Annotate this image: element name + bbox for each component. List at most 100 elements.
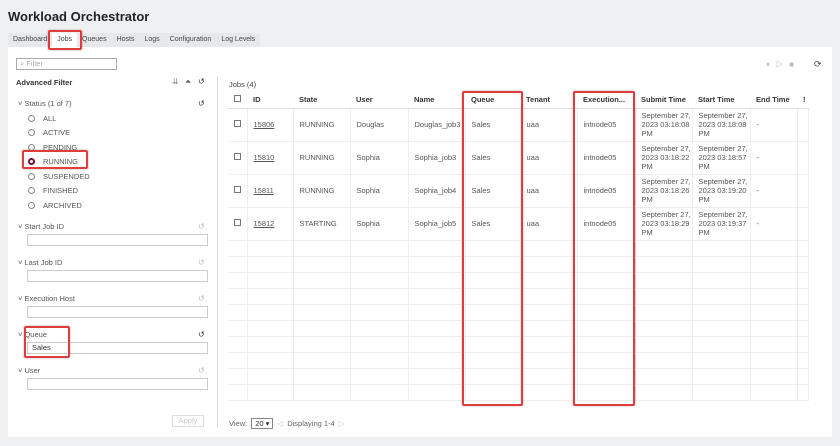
filter-section-user[interactable]: ˅ User [18, 366, 40, 375]
tab-hosts[interactable]: Hosts [112, 33, 140, 47]
checkbox[interactable] [234, 186, 241, 193]
job-actions: ⏸▷■ [766, 60, 800, 70]
table-cell [350, 240, 409, 257]
table-cell: September 27, 2023 03:18:26 PM [635, 174, 693, 208]
table-cell [692, 352, 751, 369]
status-section-toggle[interactable]: ˅ Status (1 of 7) [18, 99, 72, 108]
table-cell [750, 352, 798, 369]
job-id[interactable]: 15806 [254, 120, 275, 129]
prev-page-icon[interactable]: ◁ [277, 419, 283, 428]
checkbox[interactable] [234, 219, 241, 226]
filter-label: Start Job ID [24, 222, 65, 231]
row-checkbox[interactable] [228, 108, 248, 142]
table-cell: September 27, 2023 03:18:08 PM [635, 108, 693, 142]
filter-section-execution-host[interactable]: ˅ Execution Host [18, 294, 75, 303]
table-cell [520, 336, 578, 353]
status-option-suspended[interactable]: SUSPENDED [28, 169, 90, 183]
highlight-queue-filter [24, 326, 70, 358]
table-cell [350, 256, 409, 273]
reset-all-icon[interactable]: ↺ [198, 77, 205, 86]
table-cell [228, 256, 248, 273]
filter-section-start-job-id[interactable]: ˅ Start Job ID [18, 222, 64, 231]
table-cell [350, 304, 409, 321]
table-cell [293, 368, 351, 385]
table-cell [293, 384, 351, 401]
column-header-![interactable]: ! [797, 92, 808, 109]
table-cell [408, 288, 466, 305]
table-cell [750, 384, 798, 401]
table-cell [228, 272, 248, 289]
apply-button[interactable]: Apply [172, 415, 204, 427]
kill-icon[interactable]: ■ [789, 60, 800, 69]
status-reset-icon[interactable]: ↺ [198, 99, 205, 108]
filter-reset-icon[interactable]: ↺ [198, 366, 205, 375]
filter-input[interactable]: ⌕ Filter [16, 58, 117, 70]
table-cell [635, 384, 693, 401]
column-header-state[interactable]: State [293, 92, 350, 109]
job-id[interactable]: 15810 [254, 153, 275, 162]
job-id-link[interactable]: 15812 [247, 207, 294, 241]
radio-button[interactable] [28, 114, 35, 122]
filter-reset-icon[interactable]: ↺ [198, 258, 205, 267]
table-cell [350, 384, 409, 401]
table-cell [520, 256, 578, 273]
radio-button[interactable] [28, 187, 35, 194]
column-header-user[interactable]: User [350, 92, 408, 109]
table-cell [293, 288, 351, 305]
table-cell [692, 240, 751, 257]
filter-input[interactable] [27, 378, 208, 390]
status-option-all[interactable]: ALL [28, 111, 56, 125]
filter-reset-icon[interactable]: ↺ [198, 294, 205, 303]
tab-log-levels[interactable]: Log Levels [216, 33, 260, 47]
expand-all-icon[interactable]: ⏶ [185, 77, 191, 87]
panel-divider[interactable] [217, 76, 218, 428]
radio-button[interactable] [28, 129, 35, 136]
tab-dashboard[interactable]: Dashboard [8, 33, 52, 47]
select-all-checkbox[interactable] [228, 92, 247, 109]
job-id-link[interactable]: 15810 [247, 141, 294, 175]
tab-configuration[interactable]: Configuration [165, 33, 217, 47]
filter-reset-icon[interactable]: ↺ [198, 222, 205, 231]
table-cell [408, 336, 466, 353]
table-cell [797, 207, 809, 241]
radio-button[interactable] [28, 201, 35, 209]
refresh-icon[interactable]: ⟳ [814, 59, 822, 70]
page-size-select[interactable]: 20 ▾ [251, 418, 274, 429]
radio-button[interactable] [28, 172, 35, 180]
status-option-archived[interactable]: ARCHIVED [28, 198, 82, 212]
resume-icon[interactable]: ▷ [776, 60, 789, 69]
filter-input[interactable] [27, 306, 208, 318]
checkbox[interactable] [234, 120, 241, 127]
collapse-all-icon[interactable]: ⇊ [172, 77, 179, 86]
job-id-link[interactable]: 15806 [247, 108, 294, 142]
filter-input[interactable] [27, 270, 208, 282]
job-id[interactable]: 15811 [254, 186, 274, 195]
suspend-icon[interactable]: ⏸ [766, 60, 776, 69]
app-title: Workload Orchestrator [8, 9, 150, 24]
filter-reset-icon[interactable]: ↺ [198, 330, 205, 339]
table-cell: September 27, 2023 03:19:20 PM [692, 174, 751, 208]
status-option-finished[interactable]: FINISHED [28, 184, 78, 198]
filter-section-last-job-id[interactable]: ˅ Last Job ID [18, 258, 62, 267]
column-header-start-time[interactable]: Start Time [692, 92, 750, 109]
table-cell [228, 320, 248, 337]
column-header-name[interactable]: Name [408, 92, 465, 109]
table-cell [247, 256, 294, 273]
status-option-label: ALL [43, 113, 57, 123]
column-header-tenant[interactable]: Tenant [520, 92, 577, 109]
status-option-active[interactable]: ACTIVE [28, 126, 70, 140]
column-header-submit-time[interactable]: Submit Time [635, 92, 692, 109]
tab-queues[interactable]: Queues [77, 33, 112, 47]
row-checkbox[interactable] [228, 207, 248, 241]
column-header-id[interactable]: ID [247, 92, 293, 109]
next-page-icon[interactable]: ▷ [339, 419, 345, 428]
table-cell: - [750, 108, 798, 142]
checkbox[interactable] [234, 153, 241, 160]
job-id[interactable]: 15812 [254, 219, 275, 228]
row-checkbox[interactable] [228, 141, 248, 175]
row-checkbox[interactable] [228, 174, 248, 208]
job-id-link[interactable]: 15811 [247, 174, 294, 208]
tab-logs[interactable]: Logs [139, 33, 164, 47]
column-header-end-time[interactable]: End Time [750, 92, 797, 109]
filter-input[interactable] [27, 234, 208, 246]
